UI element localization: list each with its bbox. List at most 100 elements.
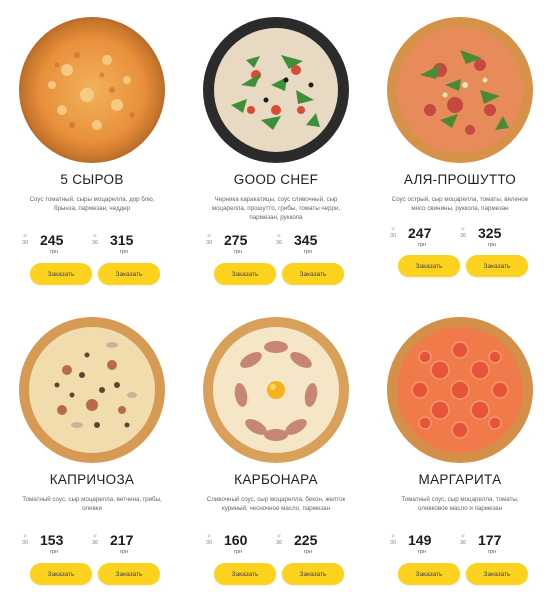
pizza-name: КАПРИЧОЗА [49, 472, 135, 487]
price-small: ⌀ 30 247 грн [386, 225, 466, 249]
price-value: 247 [408, 225, 432, 241]
diameter-icon: ⌀ [277, 533, 281, 539]
price-small: ⌀ 30 149 грн [386, 532, 466, 556]
price-value: 315 [110, 232, 134, 248]
size-label: ⌀ 36 [272, 533, 286, 547]
price-value: 345 [294, 232, 318, 248]
price-large: ⌀ 36 225 грн [272, 532, 352, 556]
price-small: ⌀ 30 160 грн [202, 532, 282, 556]
pizza-card: МАРГАРИТА Томатный соус, сыр моцарелла, … [368, 300, 552, 600]
price-small: ⌀ 30 153 грн [18, 532, 98, 556]
size-label: ⌀ 30 [202, 533, 216, 547]
price-value: 325 [478, 225, 502, 241]
currency-label: грн [234, 549, 243, 555]
diameter-icon: ⌀ [461, 533, 465, 539]
price-large: ⌀ 36 345 грн [272, 232, 352, 256]
diameter-icon: ⌀ [93, 533, 97, 539]
price-small: ⌀ 30 275 грн [202, 232, 282, 256]
currency-label: грн [50, 549, 59, 555]
pizza-photo [19, 317, 165, 463]
pizza-name: 5 СЫРОВ [60, 172, 124, 187]
currency-label: грн [304, 549, 313, 555]
order-button-small[interactable]: Заказать [30, 563, 92, 585]
price-value: 217 [110, 532, 134, 548]
order-button-small[interactable]: Заказать [214, 563, 276, 585]
currency-label: грн [304, 249, 313, 255]
diameter-icon: ⌀ [207, 533, 211, 539]
price-value: 153 [40, 532, 64, 548]
size-label: ⌀ 36 [456, 533, 470, 547]
pizza-image-good-chef[interactable] [184, 15, 368, 165]
size-label: ⌀ 30 [202, 233, 216, 247]
size-label: ⌀ 36 [88, 533, 102, 547]
order-button-small[interactable]: Заказать [398, 255, 460, 277]
diameter-icon: ⌀ [207, 233, 211, 239]
pizza-photo [203, 317, 349, 463]
currency-label: грн [418, 242, 427, 248]
diameter-icon: ⌀ [391, 226, 395, 232]
price-value: 177 [478, 532, 502, 548]
pizza-card: АЛЯ-ПРОШУТТО Соус острый, сыр моцарелла,… [368, 0, 552, 300]
size-label: ⌀ 30 [386, 533, 400, 547]
diameter-icon: ⌀ [23, 533, 27, 539]
diameter-icon: ⌀ [461, 226, 465, 232]
currency-label: грн [50, 249, 59, 255]
pizza-name: АЛЯ-ПРОШУТТО [403, 172, 517, 187]
size-label: ⌀ 36 [456, 226, 470, 240]
order-button-large[interactable]: Заказать [466, 255, 528, 277]
price-large: ⌀ 36 325 грн [456, 225, 536, 249]
order-button-small[interactable]: Заказать [398, 563, 460, 585]
currency-label: грн [120, 249, 129, 255]
price-row: ⌀ 30 149 грн ⌀ 36 177 грн [368, 532, 552, 556]
diameter-icon: ⌀ [23, 233, 27, 239]
price-row: ⌀ 30 245 грн ⌀ 36 315 грн [0, 232, 184, 256]
order-button-large[interactable]: Заказать [282, 563, 344, 585]
pizza-description: Томатный соус, сыр моцарелла, томаты, ол… [401, 496, 519, 512]
pizza-card: КАПРИЧОЗА Томатный соус, сыр моцарелла, … [0, 300, 184, 600]
price-row: ⌀ 30 247 грн ⌀ 36 325 грн [368, 225, 552, 249]
pizza-image-carbonara[interactable] [184, 315, 368, 465]
order-button-small[interactable]: Заказать [214, 263, 276, 285]
price-large: ⌀ 36 177 грн [456, 532, 536, 556]
order-button-large[interactable]: Заказать [282, 263, 344, 285]
price-row: ⌀ 30 160 грн ⌀ 36 225 грн [184, 532, 368, 556]
pizza-description: Черника каракатицы, соус сливочный, сыр … [211, 196, 341, 221]
price-row: ⌀ 30 275 грн ⌀ 36 345 грн [184, 232, 368, 256]
price-row: ⌀ 30 153 грн ⌀ 36 217 грн [0, 532, 184, 556]
pizza-card: КАРБОНАРА Сливочный соус, сыр моцарелла,… [184, 300, 368, 600]
size-label: ⌀ 36 [88, 233, 102, 247]
pizza-image-margherita[interactable] [368, 315, 552, 465]
currency-label: грн [234, 249, 243, 255]
pizza-description: Соус томатный, сыры моцарелла, дор блю, … [29, 196, 155, 212]
currency-label: грн [418, 549, 427, 555]
pizza-name: МАРГАРИТА [418, 472, 502, 487]
pizza-photo [387, 317, 533, 463]
pizza-image-prosciutto[interactable] [368, 15, 552, 165]
diameter-icon: ⌀ [391, 533, 395, 539]
pizza-name: GOOD CHEF [233, 172, 319, 187]
price-small: ⌀ 30 245 грн [18, 232, 98, 256]
currency-label: грн [120, 549, 129, 555]
order-button-large[interactable]: Заказать [466, 563, 528, 585]
order-button-small[interactable]: Заказать [30, 263, 92, 285]
pizza-image-5-cheese[interactable] [0, 15, 184, 165]
diameter-icon: ⌀ [93, 233, 97, 239]
pizza-grid: 5 СЫРОВ Соус томатный, сыры моцарелла, д… [0, 0, 552, 601]
pizza-description: Томатный соус, сыр моцарелла, ветчина, г… [22, 496, 162, 512]
price-value: 275 [224, 232, 248, 248]
order-button-large[interactable]: Заказать [98, 563, 160, 585]
price-large: ⌀ 36 217 грн [88, 532, 168, 556]
price-value: 225 [294, 532, 318, 548]
pizza-card: GOOD CHEF Черника каракатицы, соус сливо… [184, 0, 368, 300]
size-label: ⌀ 30 [18, 233, 32, 247]
currency-label: грн [488, 242, 497, 248]
currency-label: грн [488, 549, 497, 555]
order-button-large[interactable]: Заказать [98, 263, 160, 285]
pizza-image-capricciosa[interactable] [0, 315, 184, 465]
pizza-photo [387, 17, 533, 163]
size-label: ⌀ 30 [18, 533, 32, 547]
diameter-icon: ⌀ [277, 233, 281, 239]
pizza-photo [19, 17, 165, 163]
price-value: 160 [224, 532, 248, 548]
pizza-description: Соус острый, сыр моцарелла, томаты, вяле… [391, 196, 529, 212]
